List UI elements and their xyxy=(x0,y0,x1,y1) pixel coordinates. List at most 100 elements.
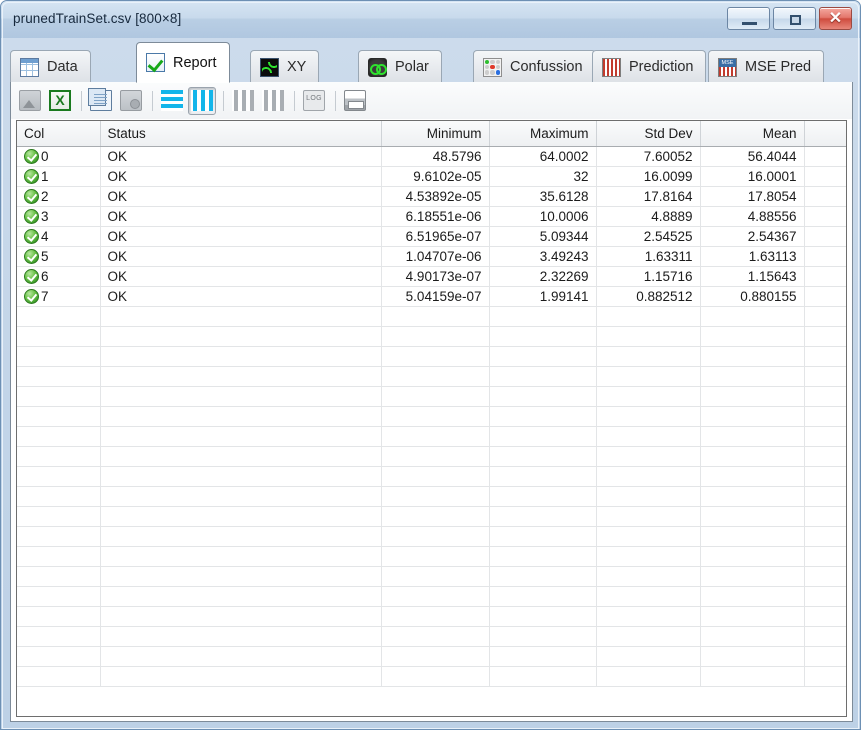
table-row-empty[interactable] xyxy=(17,586,846,607)
table-row-empty[interactable] xyxy=(17,666,846,687)
table-row-empty[interactable] xyxy=(17,566,846,587)
column-header-status[interactable]: Status xyxy=(100,121,382,147)
table-row[interactable]: 7 OK 5.04159e-07 1.99141 0.882512 0.880155 xyxy=(17,286,846,307)
tab-label: Report xyxy=(173,54,217,71)
minimize-icon xyxy=(742,22,757,25)
column-header-minimum[interactable]: Minimum xyxy=(381,121,490,147)
sine-wave-icon xyxy=(260,57,279,77)
column-header-mean[interactable]: Mean xyxy=(700,121,805,147)
table-row[interactable]: 3 OK 6.18551e-06 10.0006 4.8889 4.88556 xyxy=(17,206,846,227)
cell-empty xyxy=(700,526,805,547)
tab-data[interactable]: Data xyxy=(10,50,91,83)
table-row[interactable]: 0 OK 48.5796 64.0002 7.60052 56.4044 xyxy=(17,146,846,167)
cell-empty xyxy=(804,606,846,627)
gray-bars-2-button[interactable] xyxy=(259,87,287,115)
cell-empty xyxy=(17,506,101,527)
cell-empty xyxy=(100,626,382,647)
log-scale-button[interactable] xyxy=(300,87,328,115)
table-row-empty[interactable] xyxy=(17,306,846,327)
tab-xy[interactable]: XY xyxy=(250,50,320,83)
cell-empty xyxy=(100,386,382,407)
cell-empty xyxy=(381,566,490,587)
cell-mean: 16.0001 xyxy=(700,166,805,187)
column-index-label: 7 xyxy=(41,288,49,304)
table-row-empty[interactable] xyxy=(17,646,846,667)
cell-empty xyxy=(804,666,846,687)
tab-report[interactable]: Report xyxy=(136,42,230,83)
cell-status: OK xyxy=(100,226,382,247)
table-row[interactable]: 6 OK 4.90173e-07 2.32269 1.15716 1.15643 xyxy=(17,266,846,287)
cell-empty xyxy=(17,566,101,587)
cell-empty xyxy=(804,406,846,427)
table-row-empty[interactable] xyxy=(17,486,846,507)
horizontal-bars-button[interactable] xyxy=(158,87,186,115)
cell-filler xyxy=(804,246,846,267)
copy-icon xyxy=(88,88,112,111)
table-row[interactable]: 1 OK 9.6102e-05 32 16.0099 16.0001 xyxy=(17,166,846,187)
cell-empty xyxy=(489,366,597,387)
column-header-col[interactable]: Col xyxy=(17,121,101,147)
export-excel-button[interactable] xyxy=(46,87,74,115)
cell-maximum: 1.99141 xyxy=(489,286,597,307)
paste-add-icon xyxy=(120,90,142,111)
cell-empty xyxy=(17,306,101,327)
cell-filler xyxy=(804,226,846,247)
column-header-stddev[interactable]: Std Dev xyxy=(596,121,701,147)
gray-bars-1-button[interactable] xyxy=(229,87,257,115)
table-row-empty[interactable] xyxy=(17,366,846,387)
tab-bar: Data Report XY Polar Confussion Predicti… xyxy=(10,42,853,83)
table-row-empty[interactable] xyxy=(17,406,846,427)
report-table-container[interactable]: Col Status Minimum Maximum Std Dev Mean … xyxy=(16,120,847,717)
tab-mse-pred[interactable]: MSE Pred xyxy=(708,50,825,83)
minimize-button[interactable] xyxy=(727,7,770,30)
table-row-empty[interactable] xyxy=(17,326,846,347)
copy-button[interactable] xyxy=(87,87,115,115)
printer-icon xyxy=(344,90,366,111)
vertical-bars-button[interactable] xyxy=(188,86,216,115)
cell-stddev: 0.882512 xyxy=(596,286,701,307)
table-row-empty[interactable] xyxy=(17,506,846,527)
cell-stddev: 17.8164 xyxy=(596,186,701,207)
table-row-empty[interactable] xyxy=(17,386,846,407)
table-row-empty[interactable] xyxy=(17,626,846,647)
table-row[interactable]: 5 OK 1.04707e-06 3.49243 1.63311 1.63113 xyxy=(17,246,846,267)
cell-empty xyxy=(489,466,597,487)
table-row-empty[interactable] xyxy=(17,446,846,467)
tab-prediction[interactable]: Prediction xyxy=(592,50,707,83)
cell-col: 1 xyxy=(17,166,101,187)
cell-minimum: 4.53892e-05 xyxy=(381,186,490,207)
cell-stddev: 1.63311 xyxy=(596,246,701,267)
table-body: 0 OK 48.5796 64.0002 7.60052 56.4044 1 OK 9.6102… xyxy=(17,146,846,687)
green-check-icon xyxy=(24,228,39,244)
cell-empty xyxy=(100,566,382,587)
column-header-maximum[interactable]: Maximum xyxy=(489,121,597,147)
paste-add-button[interactable] xyxy=(117,87,145,115)
table-row-empty[interactable] xyxy=(17,606,846,627)
maximize-button[interactable] xyxy=(773,7,816,30)
cell-mean: 0.880155 xyxy=(700,286,805,307)
table-row[interactable]: 2 OK 4.53892e-05 35.6128 17.8164 17.8054 xyxy=(17,186,846,207)
tab-confussion[interactable]: Confussion xyxy=(473,50,596,83)
cell-empty xyxy=(700,546,805,567)
print-button[interactable] xyxy=(341,87,369,115)
cell-empty xyxy=(804,626,846,647)
close-button[interactable]: ✕ xyxy=(819,7,852,30)
cell-empty xyxy=(381,486,490,507)
table-row-empty[interactable] xyxy=(17,526,846,547)
cell-empty xyxy=(700,346,805,367)
tab-polar[interactable]: Polar xyxy=(358,50,442,83)
cell-empty xyxy=(700,386,805,407)
cell-mean: 56.4044 xyxy=(700,146,805,167)
cell-empty xyxy=(17,386,101,407)
toolbar-separator xyxy=(152,90,153,111)
table-row-empty[interactable] xyxy=(17,546,846,567)
table-row-empty[interactable] xyxy=(17,426,846,447)
table-row[interactable]: 4 OK 6.51965e-07 5.09344 2.54525 2.54367 xyxy=(17,226,846,247)
cell-empty xyxy=(100,466,382,487)
table-row-empty[interactable] xyxy=(17,346,846,367)
cell-empty xyxy=(804,426,846,447)
cell-minimum: 6.51965e-07 xyxy=(381,226,490,247)
save-image-button[interactable] xyxy=(16,87,44,115)
table-row-empty[interactable] xyxy=(17,466,846,487)
cell-empty xyxy=(100,346,382,367)
